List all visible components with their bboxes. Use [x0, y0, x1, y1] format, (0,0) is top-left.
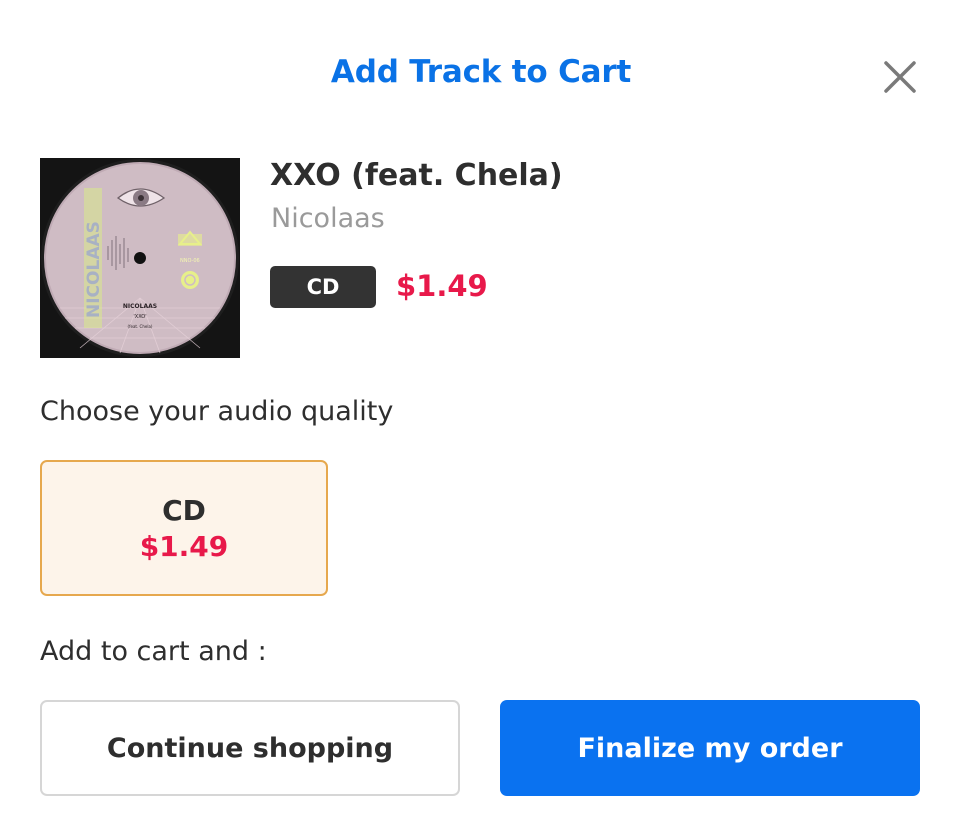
continue-shopping-button[interactable]: Continue shopping	[40, 700, 460, 796]
track-title: XXO (feat. Chela)	[270, 158, 563, 193]
cover-artist-text: NICOLAAS	[123, 303, 157, 310]
track-artist: Nicolaas	[271, 203, 385, 234]
album-cover: NICOLAAS NNO-06 NICOLAAS 'XXO' (feat. Ch…	[40, 158, 240, 358]
quality-label: Choose your audio quality	[40, 396, 394, 427]
quality-option-name: CD	[162, 494, 206, 527]
close-button[interactable]	[878, 56, 922, 96]
album-cover-art: NICOLAAS NNO-06 NICOLAAS 'XXO' (feat. Ch…	[40, 158, 240, 358]
cover-side-text: NICOLAAS	[84, 221, 104, 318]
cover-title-text: 'XXO'	[133, 314, 146, 320]
quality-option-price: $1.49	[139, 530, 229, 563]
cover-feat-text: (feat. Chela)	[128, 324, 153, 329]
track-price: $1.49	[396, 269, 488, 303]
modal-title: Add Track to Cart	[330, 54, 632, 90]
finalize-order-button[interactable]: Finalize my order	[500, 700, 920, 796]
close-icon	[884, 61, 916, 93]
quality-option-cd[interactable]: CD $1.49	[40, 460, 328, 596]
actions-label: Add to cart and :	[40, 636, 267, 667]
cover-catalog: NNO-06	[180, 258, 200, 264]
format-badge: CD	[270, 266, 376, 308]
